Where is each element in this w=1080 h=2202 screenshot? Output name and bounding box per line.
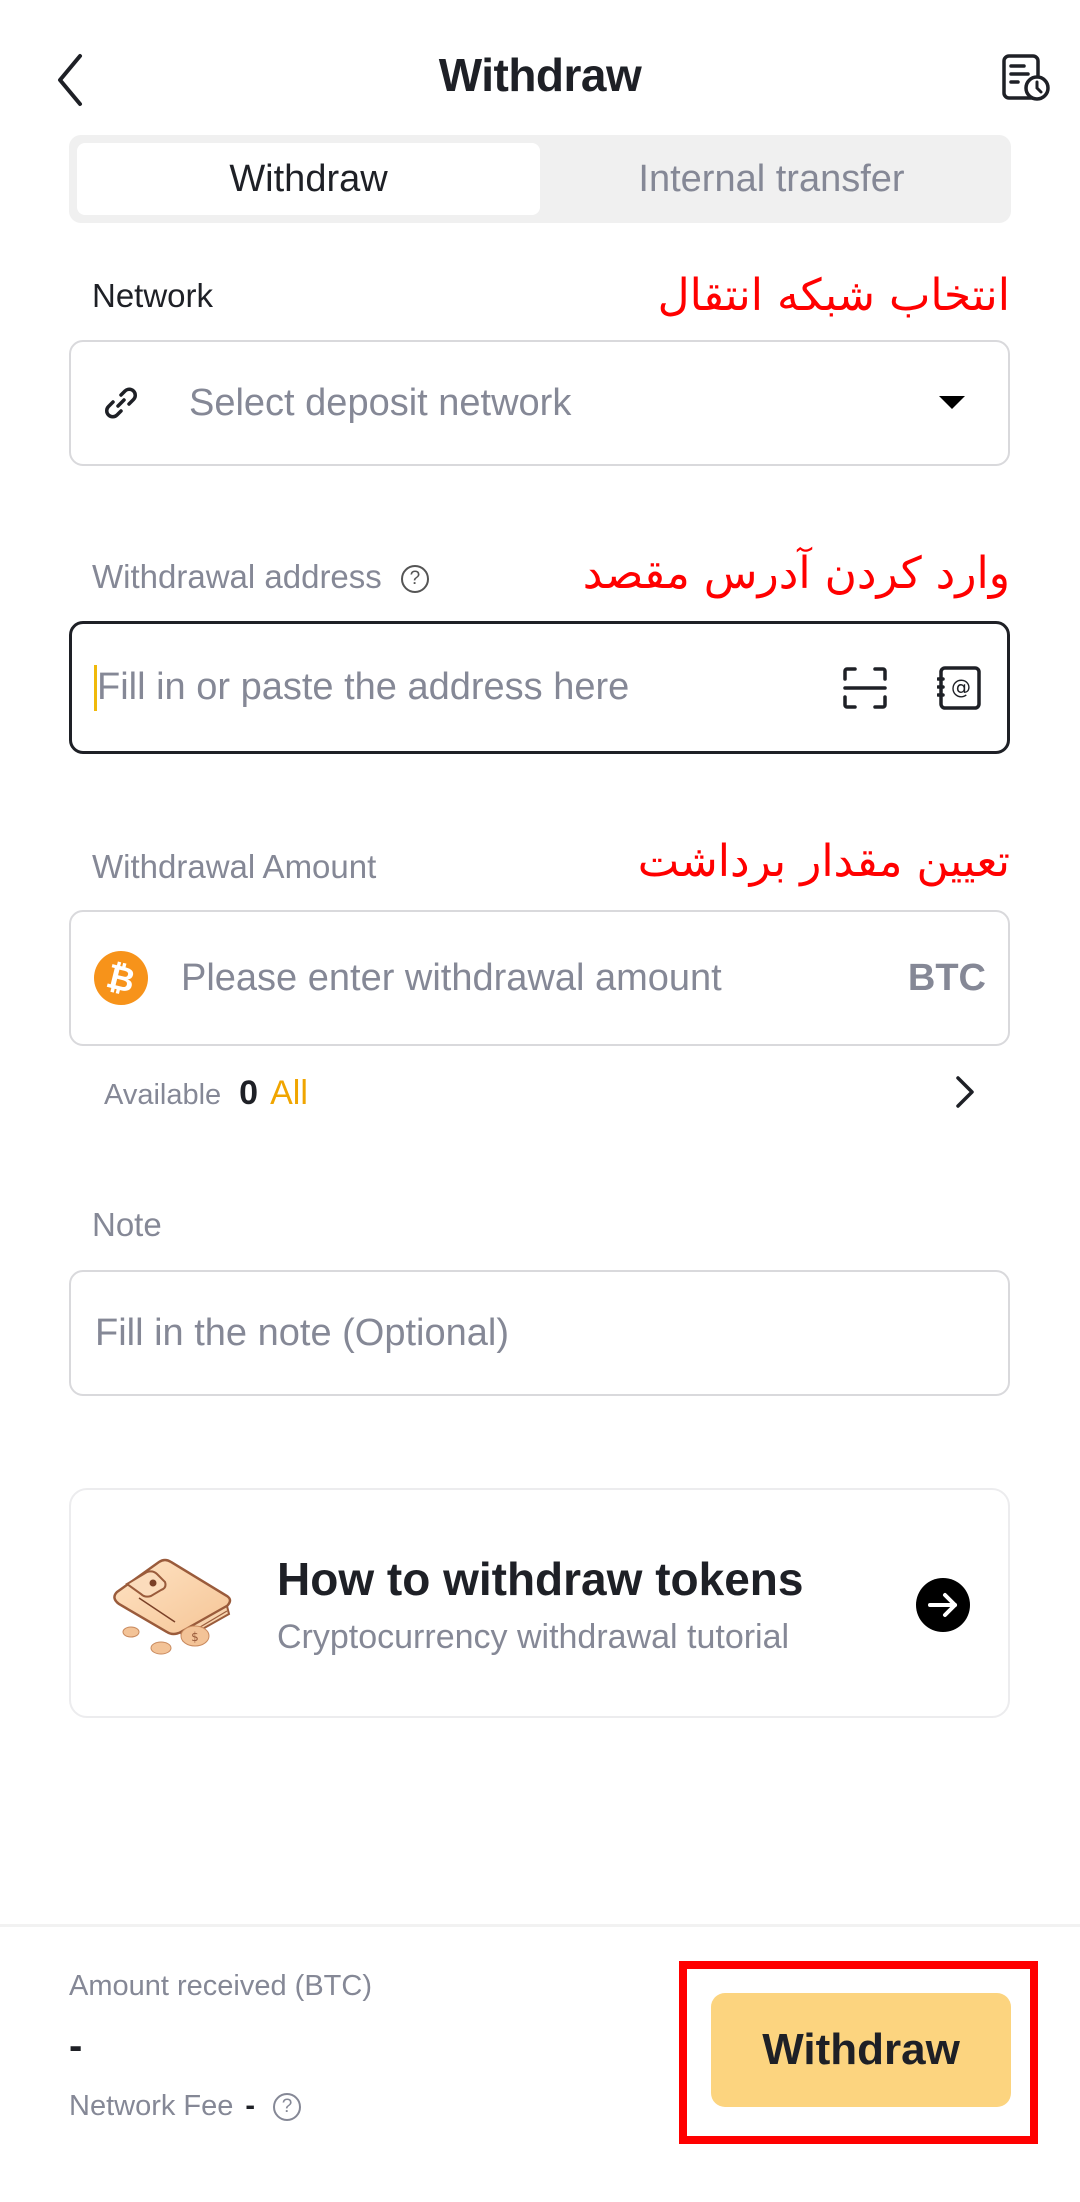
tutorial-title: How to withdraw tokens bbox=[277, 1553, 804, 1605]
question-circle-icon[interactable]: ? bbox=[273, 2092, 302, 2121]
network-fee-value: - bbox=[245, 2090, 256, 2122]
amount-received-label: Amount received (BTC) bbox=[69, 1970, 372, 2002]
network-fee-row: Network Fee - ? bbox=[69, 2090, 302, 2123]
arrow-right-circle-icon[interactable] bbox=[915, 1577, 971, 1633]
network-select[interactable]: Select deposit network bbox=[69, 340, 1010, 466]
scan-icon[interactable] bbox=[843, 666, 887, 709]
svg-text:@: @ bbox=[951, 675, 971, 699]
tutorial-subtitle: Cryptocurrency withdrawal tutorial bbox=[277, 1618, 790, 1656]
amount-received-value: - bbox=[69, 2024, 83, 2068]
address-input[interactable]: Fill in or paste the address here @ bbox=[69, 621, 1010, 754]
amount-unit: BTC bbox=[907, 956, 986, 999]
address-annotation: وارد کردن آدرس مقصد bbox=[582, 548, 1010, 599]
tab-bar: Withdraw Internal transfer bbox=[69, 135, 1011, 223]
available-row: Available 0 All bbox=[104, 1074, 308, 1113]
max-all-button[interactable]: All bbox=[270, 1074, 308, 1113]
withdraw-history-button[interactable] bbox=[1000, 52, 1052, 104]
address-book-icon[interactable]: @ bbox=[937, 665, 981, 711]
available-value: 0 bbox=[239, 1074, 259, 1112]
bitcoin-icon: ₿ bbox=[94, 951, 148, 1005]
svg-text:$: $ bbox=[191, 1630, 199, 1644]
chevron-right-icon[interactable] bbox=[950, 1074, 978, 1110]
link-icon bbox=[105, 387, 137, 419]
wallet-coins-illustration: $ bbox=[113, 1558, 232, 1655]
caret-down-icon bbox=[939, 396, 965, 409]
footer-divider bbox=[0, 1924, 1080, 1927]
network-label: Network bbox=[92, 277, 214, 314]
tab-withdraw[interactable]: Withdraw bbox=[77, 143, 540, 215]
withdraw-button[interactable]: Withdraw bbox=[711, 1993, 1011, 2107]
note-label: Note bbox=[92, 1206, 162, 1243]
amount-annotation: تعیین مقدار برداشت bbox=[637, 836, 1010, 887]
note-input[interactable]: Fill in the note (Optional) bbox=[69, 1270, 1010, 1396]
withdraw-tutorial-card[interactable]: $ How to withdraw tokens Cryptocurrency … bbox=[69, 1488, 1010, 1718]
page-title: Withdraw bbox=[438, 49, 642, 101]
note-placeholder: Fill in the note (Optional) bbox=[95, 1311, 509, 1354]
question-circle-icon[interactable]: ? bbox=[400, 565, 429, 594]
address-label: Withdrawal address ? bbox=[92, 558, 429, 596]
available-label: Available bbox=[104, 1079, 222, 1111]
network-fee-label: Network Fee bbox=[69, 2090, 234, 2122]
amount-label: Withdrawal Amount bbox=[92, 848, 377, 885]
address-placeholder: Fill in or paste the address here bbox=[97, 666, 630, 708]
network-annotation: انتخاب شبکه انتقال bbox=[657, 270, 1010, 321]
amount-input[interactable]: ₿ Please enter withdrawal amount BTC bbox=[69, 910, 1010, 1046]
amount-placeholder: Please enter withdrawal amount bbox=[181, 956, 722, 999]
tab-internal-transfer[interactable]: Internal transfer bbox=[540, 143, 1003, 215]
network-placeholder: Select deposit network bbox=[189, 381, 572, 424]
document-clock-icon bbox=[1002, 54, 1050, 101]
address-label-text: Withdrawal address bbox=[92, 558, 382, 595]
